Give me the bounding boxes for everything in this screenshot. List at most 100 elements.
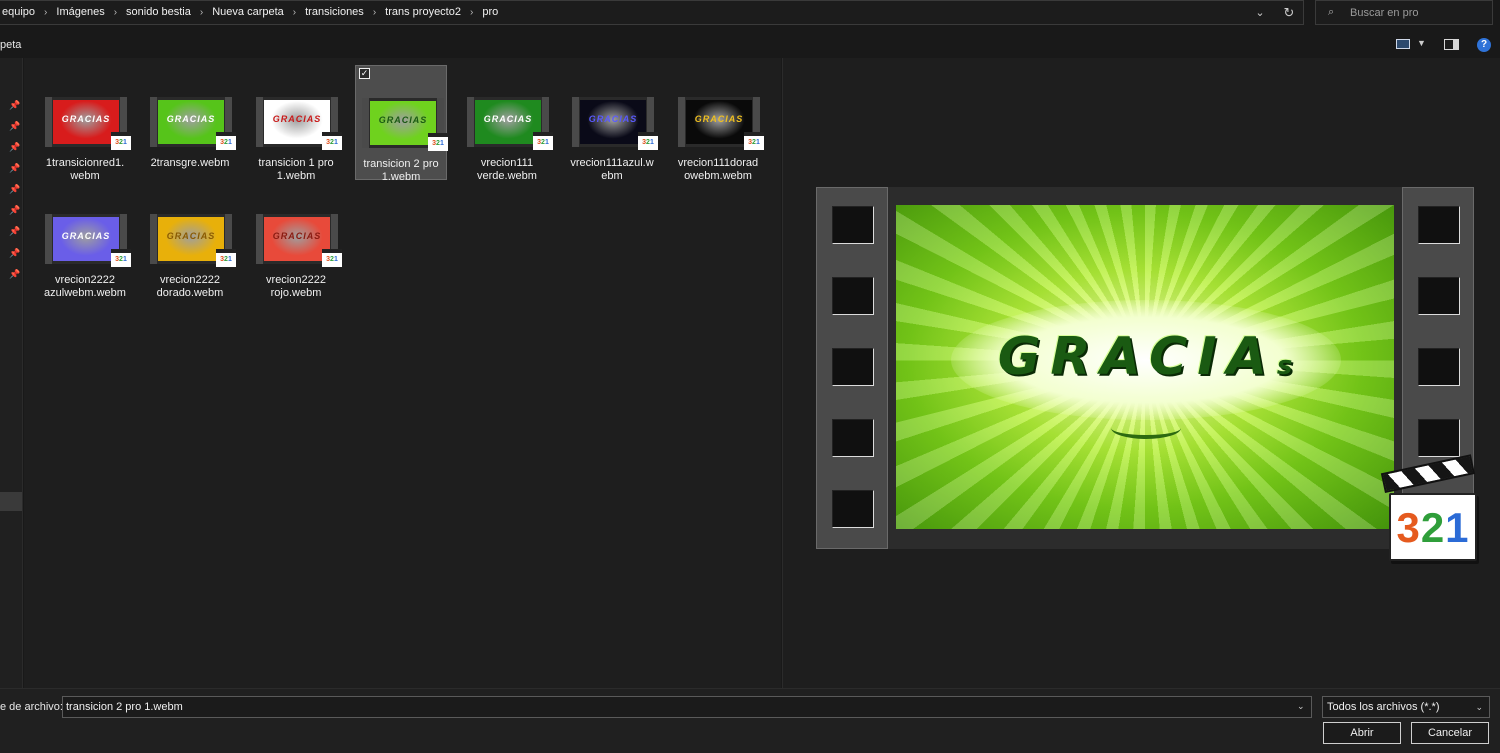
file-name: vrecion2222 rojo.webm (266, 274, 326, 299)
refresh-icon[interactable]: ↻ (1280, 5, 1298, 21)
film-perforation (832, 206, 874, 244)
toolbar: peta ▼ ? (0, 30, 1500, 58)
film-perforation (45, 97, 52, 147)
checkbox-checked-icon[interactable]: ✓ (359, 68, 370, 79)
thumbnail-frame: GRACIAS (580, 100, 646, 144)
thumbnail-text: GRACIAS (483, 114, 533, 124)
file-name: 1transicionred1. webm (45, 157, 125, 182)
pin-icon: 📌 (9, 142, 21, 152)
filetype-select[interactable]: Todos los archivos (*.*) ⌄ (1322, 696, 1490, 718)
film-perforation (45, 214, 52, 264)
pin-icon: 📌 (9, 269, 21, 279)
breadcrumb-item-equipo[interactable]: equipo (2, 6, 35, 18)
file-name: vrecion2222 azulwebm.webm (44, 274, 126, 299)
view-options-icon[interactable] (1396, 39, 1410, 49)
address-bar[interactable]: equipo › Imágenes › sonido bestia › Nuev… (0, 0, 1304, 25)
pin-icon: 📌 (9, 226, 21, 236)
file-tile[interactable]: GRACIAS 321 transicion 1 pro 1.webm (250, 65, 342, 182)
breadcrumb-item-imagenes[interactable]: Imágenes (56, 6, 104, 18)
video-thumbnail: GRACIAS 321 (678, 97, 764, 150)
pin-icon: 📌 (9, 100, 21, 110)
search-box[interactable]: ⌕ (1315, 0, 1493, 25)
video-preview-thumbnail: GRACIAs (816, 187, 1474, 549)
pin-icon: 📌 (9, 248, 21, 258)
chevron-right-icon[interactable]: › (200, 7, 203, 18)
logo-digit-2: 2 (1420, 504, 1446, 551)
open-button[interactable]: Abrir (1323, 722, 1401, 744)
thumbnail-text: GRACIAS (694, 114, 744, 124)
pin-icon: 📌 (9, 163, 21, 173)
new-folder-button[interactable]: peta (0, 39, 21, 51)
mpc-logo-icon: 321 (216, 249, 236, 267)
filename-label: e de archivo: (0, 701, 63, 713)
chevron-right-icon[interactable]: › (373, 7, 376, 18)
preview-pane: GRACIAs 321 (782, 58, 1500, 688)
thumbnail-text: GRACIAS (272, 114, 322, 124)
thumbnail-text: GRACIAS (61, 114, 111, 124)
file-tile[interactable]: GRACIAS 321 vrecion2222 rojo.webm (250, 182, 342, 299)
thumbnail-text: GRACIAS (588, 114, 638, 124)
breadcrumb-item-transiciones[interactable]: transiciones (305, 6, 364, 18)
file-tile-selected[interactable]: ✓ GRACIAS 321 transicion 2 pro 1.webm (355, 65, 448, 183)
video-thumbnail: GRACIAS 321 (45, 214, 131, 267)
file-tile[interactable]: GRACIAS 321 vrecion2222 azulwebm.webm (39, 182, 131, 299)
chevron-right-icon[interactable]: › (114, 7, 117, 18)
cancel-button[interactable]: Cancelar (1411, 722, 1489, 744)
file-tile[interactable]: GRACIAS 321 vrecion111 verde.webm (461, 65, 553, 182)
view-chevron-down-icon[interactable]: ▼ (1417, 38, 1426, 48)
file-tile[interactable]: GRACIAS 321 1transicionred1. webm (39, 65, 131, 182)
film-perforation (1418, 348, 1460, 386)
breadcrumb: equipo › Imágenes › sonido bestia › Nuev… (2, 6, 498, 18)
film-perforation (832, 348, 874, 386)
thumbnail-text: GRACIAS (272, 231, 322, 241)
navigation-pane[interactable]: 📌 📌 📌 📌 📌 📌 📌 📌 📌 (0, 58, 23, 688)
file-tile[interactable]: GRACIAS 321 vrecion111dorad owebm.webm (672, 65, 764, 182)
video-thumbnail: GRACIAS 321 (256, 97, 342, 150)
mpc-logo-icon: 321 (428, 133, 448, 151)
chevron-right-icon[interactable]: › (470, 7, 473, 18)
file-tile[interactable]: GRACIAS 321 2transgre.webm (144, 65, 236, 180)
pin-icon: 📌 (9, 121, 21, 131)
file-list[interactable]: GRACIAS 321 1transicionred1. webm GRACIA… (24, 58, 781, 688)
breadcrumb-item-trans-proyecto2[interactable]: trans proyecto2 (385, 6, 461, 18)
film-perforation (467, 97, 474, 147)
preview-smile (1111, 417, 1181, 439)
film-perforation (150, 97, 157, 147)
thumbnail-frame: GRACIAS (370, 101, 436, 145)
film-perforation (362, 98, 369, 148)
mpc-logo-icon: 321 (216, 132, 236, 150)
mpc-logo-icon: 321 (533, 132, 553, 150)
search-input[interactable] (1350, 5, 1485, 21)
thumbnail-frame: GRACIAS (53, 217, 119, 261)
film-perforation (678, 97, 685, 147)
breadcrumb-item-sonido-bestia[interactable]: sonido bestia (126, 6, 191, 18)
video-thumbnail: GRACIAS 321 (150, 214, 236, 267)
preview-frame: GRACIAs (896, 205, 1394, 529)
mpc-hc-logo-icon: 321 (1380, 454, 1485, 565)
video-thumbnail: GRACIAS 321 (467, 97, 553, 150)
file-tile[interactable]: GRACIAS 321 vrecion2222 dorado.webm (144, 182, 236, 299)
dialog-footer: e de archivo: ⌄ Todos los archivos (*.*)… (0, 688, 1500, 753)
address-history-chevron-down-icon[interactable]: ⌄ (1252, 5, 1268, 21)
filename-input[interactable] (62, 696, 1312, 718)
file-tile[interactable]: GRACIAS 321 vrecion111azul.w ebm (566, 65, 658, 182)
chevron-right-icon[interactable]: › (44, 7, 47, 18)
chevron-right-icon[interactable]: › (293, 7, 296, 18)
file-name: transicion 2 pro 1.webm (363, 158, 439, 183)
video-thumbnail: GRACIAS 321 (150, 97, 236, 150)
search-icon: ⌕ (1328, 6, 1335, 18)
preview-title-suffix: s (1276, 351, 1293, 381)
breadcrumb-item-pro[interactable]: pro (482, 6, 498, 18)
breadcrumb-item-nueva-carpeta[interactable]: Nueva carpeta (212, 6, 284, 18)
video-thumbnail: GRACIAS 321 (362, 98, 448, 151)
thumbnail-text: GRACIAS (378, 115, 428, 125)
file-name: 2transgre.webm (150, 157, 230, 169)
filetype-chevron-down-icon[interactable]: ⌄ (1475, 697, 1483, 717)
nav-selected-item[interactable] (0, 492, 22, 511)
film-perforation (832, 419, 874, 457)
preview-pane-icon[interactable] (1444, 39, 1459, 50)
address-row: equipo › Imágenes › sonido bestia › Nuev… (0, 0, 1500, 26)
logo-digit-1: 1 (1445, 504, 1470, 551)
help-icon[interactable]: ? (1477, 38, 1491, 52)
filename-chevron-down-icon[interactable]: ⌄ (1297, 701, 1305, 712)
